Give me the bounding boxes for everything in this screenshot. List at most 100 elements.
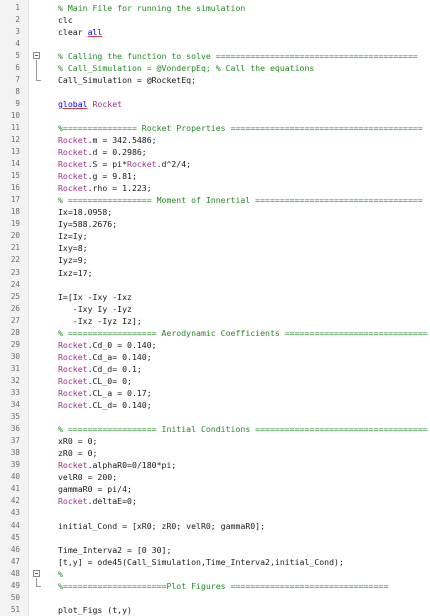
code-line[interactable]: 10 (0, 110, 430, 122)
code-line[interactable]: 38 zR0 = 0; (0, 447, 430, 459)
code-token-plain: Iyz=9; (58, 255, 88, 266)
code-text: Rocket.m = 342.5486; (58, 134, 430, 146)
code-line[interactable]: 8 (0, 86, 430, 98)
code-line[interactable]: 43 (0, 507, 430, 519)
code-line[interactable]: 9 global Rocket (0, 98, 430, 110)
code-line[interactable]: 26 -Ixy Iy -Iyz (0, 303, 430, 315)
code-line[interactable]: 39 Rocket.alphaR0=0/180*pi; (0, 459, 430, 471)
line-number: 48 (10, 568, 20, 578)
code-text: clear all (58, 26, 430, 38)
code-line[interactable]: 18 Ix=18.0958; (0, 206, 430, 218)
code-line[interactable]: 13 Rocket.d = 0.2986; (0, 146, 430, 158)
code-token-plain: Ixy=8; (58, 243, 88, 254)
code-line[interactable]: 17 % ================= Moment of Innertia… (0, 194, 430, 206)
code-line[interactable]: 19 Iy=588.2676; (0, 218, 430, 230)
code-line[interactable]: 12 Rocket.m = 342.5486; (0, 134, 430, 146)
code-line[interactable]: 16 Rocket.rho = 1.223; (0, 182, 430, 194)
code-line[interactable]: 2 clc (0, 14, 430, 26)
code-line[interactable]: 5 % Calling the function to solve =======… (0, 50, 430, 62)
code-token-plain: velR0 = 200; (58, 472, 118, 483)
line-number: 9 (15, 98, 20, 108)
code-line[interactable]: 44 initial_Cond = [xR0; zR0; velR0; gamma… (0, 520, 430, 532)
line-number: 6 (15, 62, 20, 72)
code-text: % Call_Simulation = @VonderpEq; % Call t… (58, 62, 430, 74)
code-line[interactable]: 24 (0, 279, 430, 291)
line-number: 37 (10, 436, 20, 446)
code-line[interactable]: 42 Rocket.deltaE=0; (0, 495, 430, 507)
code-line[interactable]: 30 Rocket.Cd_a= 0.140; (0, 351, 430, 363)
code-line[interactable]: 34 Rocket.CL_d= 0.140; (0, 399, 430, 411)
code-token-plain: -Ixz -Iyz Iz]; (58, 315, 142, 326)
code-line[interactable]: 33 Rocket.CL_a = 0.17; (0, 387, 430, 399)
code-token-ident: Rocket (58, 496, 88, 507)
code-line[interactable]: 22 Iyz=9; (0, 254, 430, 266)
code-line[interactable]: 45 (0, 532, 430, 544)
code-token-plain: .S = pi* (87, 159, 128, 170)
code-token-plain: .rho = 1.223; (87, 183, 152, 194)
code-line[interactable]: 48% (0, 568, 430, 580)
line-number: 1 (15, 2, 20, 12)
code-line[interactable]: 20 Iz=Iy; (0, 230, 430, 242)
code-line[interactable]: 25 I=[Ix -Ixy -Ixz (0, 291, 430, 303)
fold-toggle-icon[interactable] (33, 52, 40, 60)
code-text: % ================= Moment of Innertial … (58, 194, 430, 206)
code-token-comment: % Calling the function to solve ========… (58, 50, 418, 61)
code-text: Rocket.g = 9.81; (58, 170, 430, 182)
line-number: 10 (10, 110, 20, 120)
line-number: 31 (10, 363, 20, 373)
line-number: 32 (10, 375, 20, 385)
line-number: 2 (15, 14, 20, 24)
code-text: Rocket.CL_d= 0.140; (58, 399, 430, 411)
code-line[interactable]: 50 (0, 592, 430, 604)
code-token-ident: Rocket (58, 460, 88, 471)
line-number: 20 (10, 231, 20, 241)
line-number: 4 (15, 38, 20, 48)
line-number: 27 (10, 315, 20, 325)
code-token-plain: plot_Figs (t,y) (58, 604, 132, 615)
code-line[interactable]: 27 -Ixz -Iyz Iz]; (0, 315, 430, 327)
code-editor[interactable]: 1% Main File for running the simulation 2… (0, 0, 430, 616)
line-number: 28 (10, 327, 20, 337)
code-line[interactable]: 1 % Main File for running the simulation (0, 2, 430, 14)
code-line[interactable]: 37 xR0 = 0; (0, 435, 430, 447)
line-number: 35 (10, 412, 20, 422)
code-token-plain: .deltaE=0; (87, 496, 137, 507)
code-line[interactable]: 3 clear all (0, 26, 430, 38)
code-line[interactable]: 51 plot_Figs (t,y) (0, 604, 430, 616)
code-line[interactable]: 4 (0, 38, 430, 50)
code-text: Ix=18.0958; (58, 206, 430, 218)
code-line[interactable]: 36 % ================== Initial Condition… (0, 423, 430, 435)
code-line[interactable]: 11 %=============== Rocket Properties ===… (0, 122, 430, 134)
line-number: 12 (10, 135, 20, 145)
code-text: Rocket.Cd_0 = 0.140; (58, 339, 430, 351)
code-line[interactable]: 35 (0, 411, 430, 423)
code-line[interactable]: 7 Call_Simulation = @RocketEq; (0, 74, 430, 86)
code-line[interactable]: 28 % ================== Aerodynamic Coeff… (0, 327, 430, 339)
line-number: 43 (10, 508, 20, 518)
code-line[interactable]: 46 Time_Interva2 = [0 30]; (0, 544, 430, 556)
line-number: 44 (10, 520, 20, 530)
code-line[interactable]: 6 % Call_Simulation = @VonderpEq; % Call … (0, 62, 430, 74)
code-text: Rocket.S = pi*Rocket.d^2/4; (58, 158, 430, 170)
code-line[interactable]: 14 Rocket.S = pi*Rocket.d^2/4; (0, 158, 430, 170)
code-line[interactable]: 47 [t,y] = ode45(Call_Simulation,Time_Int… (0, 556, 430, 568)
code-line[interactable]: 23 Ixz=17; (0, 267, 430, 279)
code-token-plain: -Ixy Iy -Iyz (58, 303, 132, 314)
line-number: 41 (10, 484, 20, 494)
code-line[interactable]: 32 Rocket.CL_0= 0; (0, 375, 430, 387)
code-token-plain: .d^2/4; (156, 159, 192, 170)
code-text: Rocket.d = 0.2986; (58, 146, 430, 158)
code-line[interactable]: 40 velR0 = 200; (0, 471, 430, 483)
code-text: Ixy=8; (58, 242, 430, 254)
line-number: 18 (10, 207, 20, 217)
fold-toggle-icon[interactable] (33, 570, 40, 578)
code-line[interactable]: 49 %=====================Plot Figures ===… (0, 580, 430, 592)
code-token-plain: .m = 342.5486; (87, 135, 157, 146)
line-number: 16 (10, 183, 20, 193)
code-line[interactable]: 29 Rocket.Cd_0 = 0.140; (0, 339, 430, 351)
code-line[interactable]: 15 Rocket.g = 9.81; (0, 170, 430, 182)
code-line[interactable]: 31 Rocket.Cd_d= 0.1; (0, 363, 430, 375)
code-line[interactable]: 21 Ixy=8; (0, 242, 430, 254)
code-line[interactable]: 41 gammaR0 = pi/4; (0, 483, 430, 495)
code-lines[interactable]: 1% Main File for running the simulation 2… (0, 2, 430, 616)
